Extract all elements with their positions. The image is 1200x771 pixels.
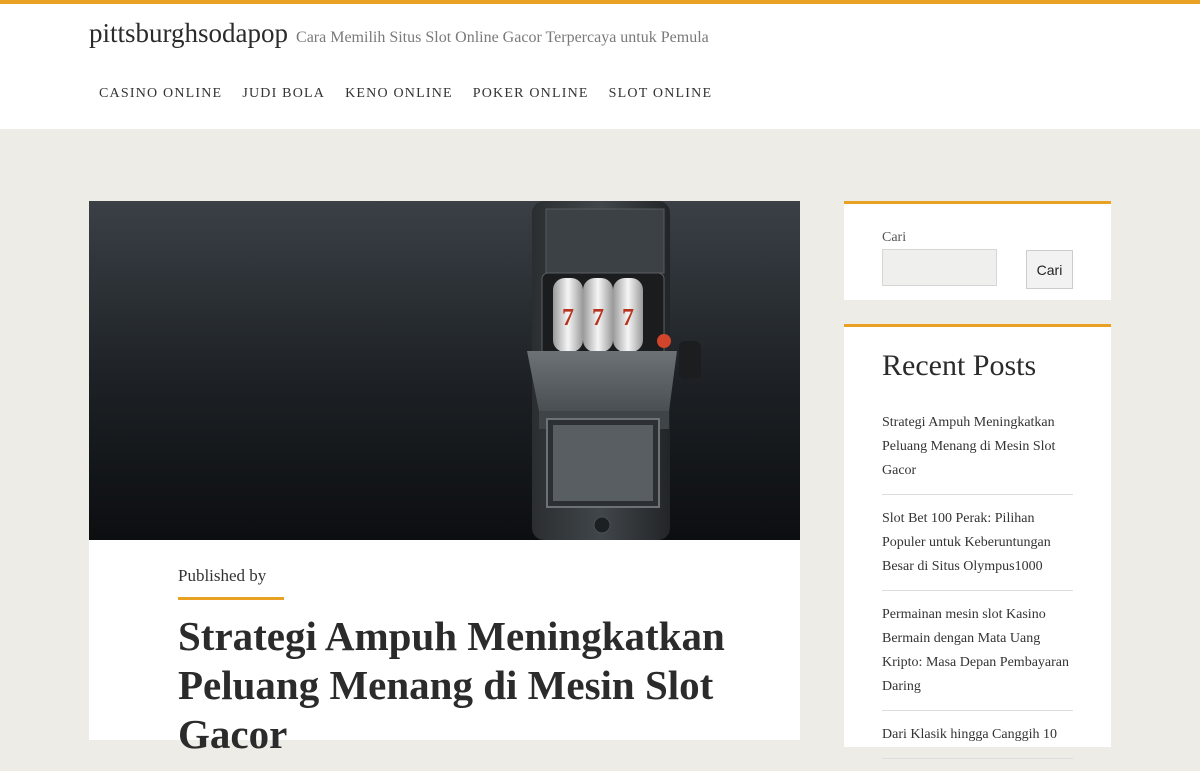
byline-divider <box>178 597 284 600</box>
reel-3-symbol: 7 <box>622 305 634 331</box>
primary-nav: CASINO ONLINE JUDI BOLA KENO ONLINE POKE… <box>89 86 722 102</box>
site-title[interactable]: pittsburghsodapop <box>89 18 288 48</box>
nav-item-keno-online[interactable]: KENO ONLINE <box>335 86 463 102</box>
top-panel <box>545 208 665 274</box>
post-byline: Published by <box>178 566 267 585</box>
recent-post-link[interactable]: Slot Bet 100 Perak: Pilihan Populer untu… <box>882 507 1073 579</box>
nav-item-casino-online[interactable]: CASINO ONLINE <box>89 86 232 102</box>
post-card: Published by Strategi Ampuh Meningkatkan… <box>89 540 800 757</box>
nav-item-poker-online[interactable]: POKER ONLINE <box>463 86 599 102</box>
search-label: Cari <box>882 230 907 245</box>
nav-item-slot-online[interactable]: SLOT ONLINE <box>599 86 723 102</box>
site-header: pittsburghsodapop Cara Memilih Situs Slo… <box>0 4 1200 129</box>
recent-posts-widget: Recent Posts Strategi Ampuh Meningkatkan… <box>844 324 1111 759</box>
search-input[interactable] <box>882 249 997 286</box>
reel-1-symbol: 7 <box>562 305 574 331</box>
coin-slot <box>593 516 611 534</box>
recent-post-link[interactable]: Strategi Ampuh Meningkatkan Peluang Mena… <box>882 411 1073 483</box>
front-flap <box>527 351 677 411</box>
site-tagline: Cara Memilih Situs Slot Online Gacor Ter… <box>296 29 709 46</box>
slot-machine-illustration: 7 7 7 <box>527 201 701 540</box>
post-title[interactable]: Strategi Ampuh Meningkatkan Peluang Mena… <box>178 612 738 759</box>
list-item: Slot Bet 100 Perak: Pilihan Populer untu… <box>882 507 1073 591</box>
search-button[interactable]: Cari <box>1026 250 1073 289</box>
recent-post-link[interactable]: Dari Klasik hingga Canggih 10 <box>882 723 1073 747</box>
lower-panel-inset <box>553 425 653 501</box>
recent-posts-list: Strategi Ampuh Meningkatkan Peluang Mena… <box>882 411 1073 771</box>
site-branding: pittsburghsodapop Cara Memilih Situs Slo… <box>89 18 709 49</box>
list-item: Dari Klasik hingga Canggih 10 <box>882 723 1073 759</box>
recent-posts-heading: Recent Posts <box>882 349 1037 382</box>
featured-image[interactable]: 7 7 7 <box>89 201 800 540</box>
spin-button <box>657 334 671 348</box>
reel-2-symbol: 7 <box>592 305 604 331</box>
search-widget: Cari Cari <box>844 201 1111 300</box>
side-lever <box>679 341 701 379</box>
recent-post-link[interactable]: Permainan mesin slot Kasino Bermain deng… <box>882 603 1073 699</box>
nav-item-judi-bola[interactable]: JUDI BOLA <box>232 86 335 102</box>
list-item: Strategi Ampuh Meningkatkan Peluang Mena… <box>882 411 1073 495</box>
list-item: Permainan mesin slot Kasino Bermain deng… <box>882 603 1073 711</box>
